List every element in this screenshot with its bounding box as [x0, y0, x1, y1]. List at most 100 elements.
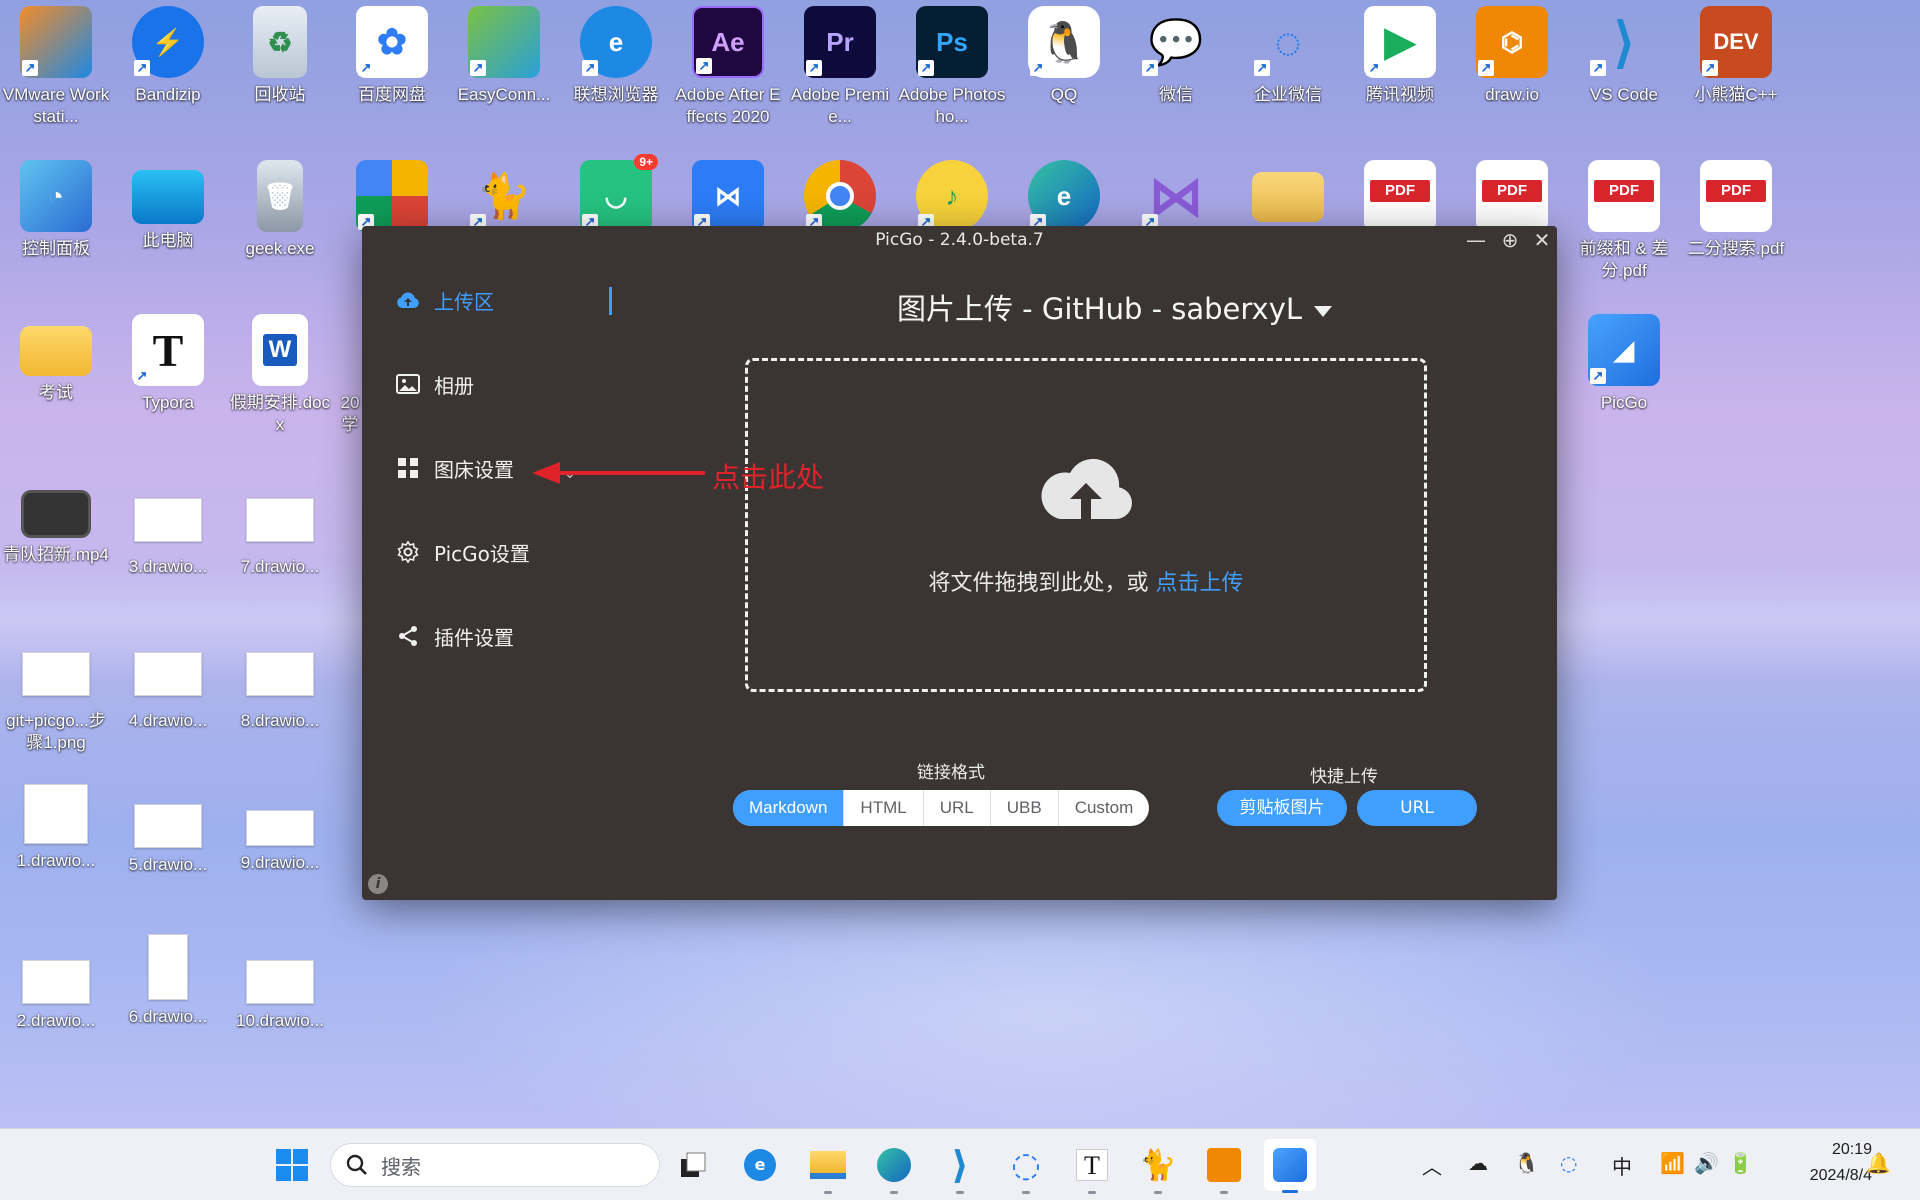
- link-format-url[interactable]: URL: [922, 790, 990, 826]
- sidebar-item-plugin-settings[interactable]: 插件设置: [396, 618, 514, 654]
- desktop-icon-premiere[interactable]: Pr ↗ Adobe Premie...: [786, 6, 894, 128]
- desktop-icon-visual-studio[interactable]: ⋈ ↗: [1122, 160, 1230, 232]
- taskbar-vscode[interactable]: ⟩: [940, 1143, 980, 1194]
- desktop-icon-drawio-5[interactable]: 5.drawio...: [114, 782, 222, 876]
- desktop-icon-drawio-9[interactable]: 9.drawio...: [226, 782, 334, 874]
- desktop-icon-drawio-6[interactable]: 6.drawio...: [114, 934, 222, 1028]
- desktop-icon-recruit-mp4[interactable]: 青队招新.mp4: [2, 490, 110, 566]
- desktop-icon-tencent-video[interactable]: ▶ ↗ 腾讯视频: [1346, 6, 1454, 106]
- clipboard-image-button[interactable]: 剪贴板图片: [1217, 790, 1347, 826]
- taskbar-file-explorer[interactable]: [808, 1145, 848, 1194]
- tray-volume[interactable]: 🔊: [1694, 1151, 1719, 1175]
- sidebar-item-album[interactable]: 相册: [396, 366, 474, 402]
- window-titlebar[interactable]: PicGo - 2.4.0-beta.7: [362, 226, 1557, 254]
- desktop-icon-qq[interactable]: 🐧 ↗ QQ: [1010, 6, 1118, 106]
- desktop-icon-drawio-7[interactable]: 7.drawio...: [226, 490, 334, 578]
- desktop-icon-wecom[interactable]: ◌ ↗ 企业微信: [1234, 6, 1342, 106]
- sidebar-item-upload[interactable]: 上传区: [396, 282, 494, 318]
- taskbar-task-view[interactable]: [674, 1145, 714, 1185]
- desktop-icon-this-pc[interactable]: 此电脑: [114, 160, 222, 252]
- taskbar-wecom[interactable]: ◌: [1006, 1145, 1046, 1194]
- taskbar-cat-app[interactable]: 🐈: [1138, 1145, 1178, 1194]
- desktop-icon-control-panel[interactable]: ◔ 控制面板: [2, 160, 110, 260]
- desktop-icon-lenovo-browser[interactable]: e ↗ 联想浏览器: [562, 6, 670, 106]
- info-icon[interactable]: i: [368, 874, 388, 894]
- tray-wecom[interactable]: ◌: [1560, 1151, 1577, 1175]
- pdf-glyph: PDF: [1706, 180, 1766, 202]
- show-hidden-icons-button[interactable]: ︿: [1422, 1151, 1442, 1180]
- desktop-icon-vmware[interactable]: ↗ VMware Workstati...: [2, 6, 110, 128]
- link-format-html[interactable]: HTML: [843, 790, 922, 826]
- notification-button[interactable]: 🔔: [1866, 1151, 1891, 1175]
- desktop-icon-tencent-meeting[interactable]: ⋈ ↗: [674, 160, 782, 232]
- desktop-icon-typora[interactable]: T ↗ Typora: [114, 314, 222, 414]
- desktop-icon-drawio-8[interactable]: 8.drawio...: [226, 644, 334, 732]
- desktop-icon-recycle-bin[interactable]: ♻ 回收站: [226, 6, 334, 106]
- desktop-icon-pdf-2[interactable]: PDF: [1458, 160, 1566, 232]
- desktop-icon-picgo[interactable]: ◢ ↗ PicGo: [1570, 314, 1678, 414]
- desktop-icon-drawio[interactable]: ⌬ ↗ draw.io: [1458, 6, 1566, 106]
- tray-qq[interactable]: 🐧: [1514, 1151, 1539, 1175]
- desktop-icon-folder-excel[interactable]: [1234, 160, 1342, 222]
- taskbar-clock[interactable]: 20:19 2024/8/4: [1810, 1137, 1872, 1189]
- desktop-icon-music[interactable]: ♪ ↗: [898, 160, 1006, 232]
- dropdown-triangle-icon[interactable]: [1314, 305, 1333, 317]
- desktop-icon-label: 5.drawio...: [128, 855, 208, 874]
- tray-network[interactable]: 📶: [1660, 1151, 1685, 1175]
- desktop-icon-exam-folder[interactable]: 考试: [2, 314, 110, 404]
- sidebar-item-picgo-settings[interactable]: PicGo设置: [396, 534, 530, 570]
- input-method-indicator[interactable]: 中: [1612, 1151, 1632, 1180]
- desktop-icon-shopping-bag[interactable]: ◡ 9+ ↗: [562, 154, 670, 232]
- desktop-icon-photoshop[interactable]: Ps ↗ Adobe Photosho...: [898, 6, 1006, 128]
- link-format-custom[interactable]: Custom: [1057, 790, 1150, 826]
- desktop-icon-edge[interactable]: e ↗: [1010, 160, 1118, 232]
- taskbar-search[interactable]: 搜索: [330, 1143, 660, 1187]
- pin-button[interactable]: ⊕: [1499, 229, 1521, 251]
- desktop-icon-geek[interactable]: 🗑 geek.exe: [226, 160, 334, 260]
- desktop-icon-bandizip[interactable]: ⚡ ↗ Bandizip: [114, 6, 222, 106]
- desktop-icon-vscode[interactable]: ⟩ ↗ VS Code: [1570, 6, 1678, 106]
- chevron-up-icon: ︿: [1422, 1155, 1442, 1179]
- link-format-selector: Markdown HTML URL UBB Custom: [733, 790, 1150, 826]
- desktop-icon-after-effects[interactable]: Ae ↗ Adobe After Effects 2020: [674, 6, 782, 128]
- tray-battery[interactable]: 🔋: [1728, 1151, 1753, 1175]
- close-button[interactable]: ✕: [1531, 229, 1553, 251]
- desktop-icon-git-picgo-png[interactable]: git+picgo...步骤1.png: [2, 644, 110, 754]
- desktop-icon-drawio-10[interactable]: 10.drawio...: [226, 934, 334, 1032]
- desktop-icon-baidu-netdisk[interactable]: ✿ ↗ 百度网盘: [338, 6, 446, 106]
- desktop-icon-redpanda-cpp[interactable]: DEV ↗ 小熊猫C++: [1682, 6, 1790, 106]
- upload-header[interactable]: 图片上传 - GitHub - saberxyL: [672, 286, 1557, 328]
- taskbar-picgo[interactable]: [1264, 1139, 1316, 1193]
- click-upload-link[interactable]: 点击上传: [1155, 571, 1243, 596]
- desktop-icon-label: PicGo: [1600, 393, 1648, 412]
- desktop-icon-drawio-3[interactable]: 3.drawio...: [114, 490, 222, 578]
- upload-dropzone[interactable]: 将文件拖拽到此处，或 点击上传: [745, 358, 1427, 692]
- desktop-icon-easyconnect[interactable]: ↗ EasyConn...: [450, 6, 558, 106]
- taskbar-lenovo-browser[interactable]: e: [740, 1145, 780, 1185]
- sidebar-item-bed-settings[interactable]: 图床设置: [396, 450, 514, 486]
- desktop-icon-binary-search-pdf[interactable]: PDF 二分搜索.pdf: [1682, 160, 1790, 260]
- desktop-icon-drawio-2[interactable]: 2.drawio...: [2, 934, 110, 1032]
- link-format-markdown[interactable]: Markdown: [733, 790, 844, 826]
- desktop-icon-vacation-docx[interactable]: W 假期安排.docx: [226, 314, 334, 436]
- link-format-ubb[interactable]: UBB: [989, 790, 1058, 826]
- desktop-icon-drawio-4[interactable]: 4.drawio...: [114, 644, 222, 732]
- desktop-icon-chrome[interactable]: ↗: [786, 160, 894, 232]
- drawio-thumbnail: [246, 810, 314, 846]
- start-button[interactable]: [272, 1145, 312, 1185]
- vmware-icon: ↗: [20, 6, 92, 78]
- taskbar-drawio[interactable]: [1204, 1145, 1244, 1194]
- desktop-icon-pdf-1[interactable]: PDF: [1346, 160, 1454, 232]
- desktop-icon-partial-20[interactable]: 20学: [338, 314, 362, 436]
- desktop-icon-wechat[interactable]: 💬 ↗ 微信: [1122, 6, 1230, 106]
- minimize-button[interactable]: —: [1465, 229, 1487, 251]
- taskbar-typora[interactable]: T: [1072, 1145, 1112, 1194]
- url-upload-button[interactable]: URL: [1357, 790, 1477, 826]
- premiere-glyph: Pr: [826, 26, 854, 57]
- wecom-icon: ◌: [1011, 1145, 1041, 1185]
- taskbar-edge[interactable]: [874, 1145, 914, 1194]
- desktop-icon-prefix-sum-pdf[interactable]: PDF 前缀和 & 差分.pdf: [1570, 160, 1678, 282]
- desktop-icon-drawio-1[interactable]: 1.drawio...: [2, 782, 110, 872]
- desktop-icon-cat-app[interactable]: 🐈 ↗: [450, 160, 558, 232]
- tray-onedrive[interactable]: ☁: [1468, 1151, 1488, 1175]
